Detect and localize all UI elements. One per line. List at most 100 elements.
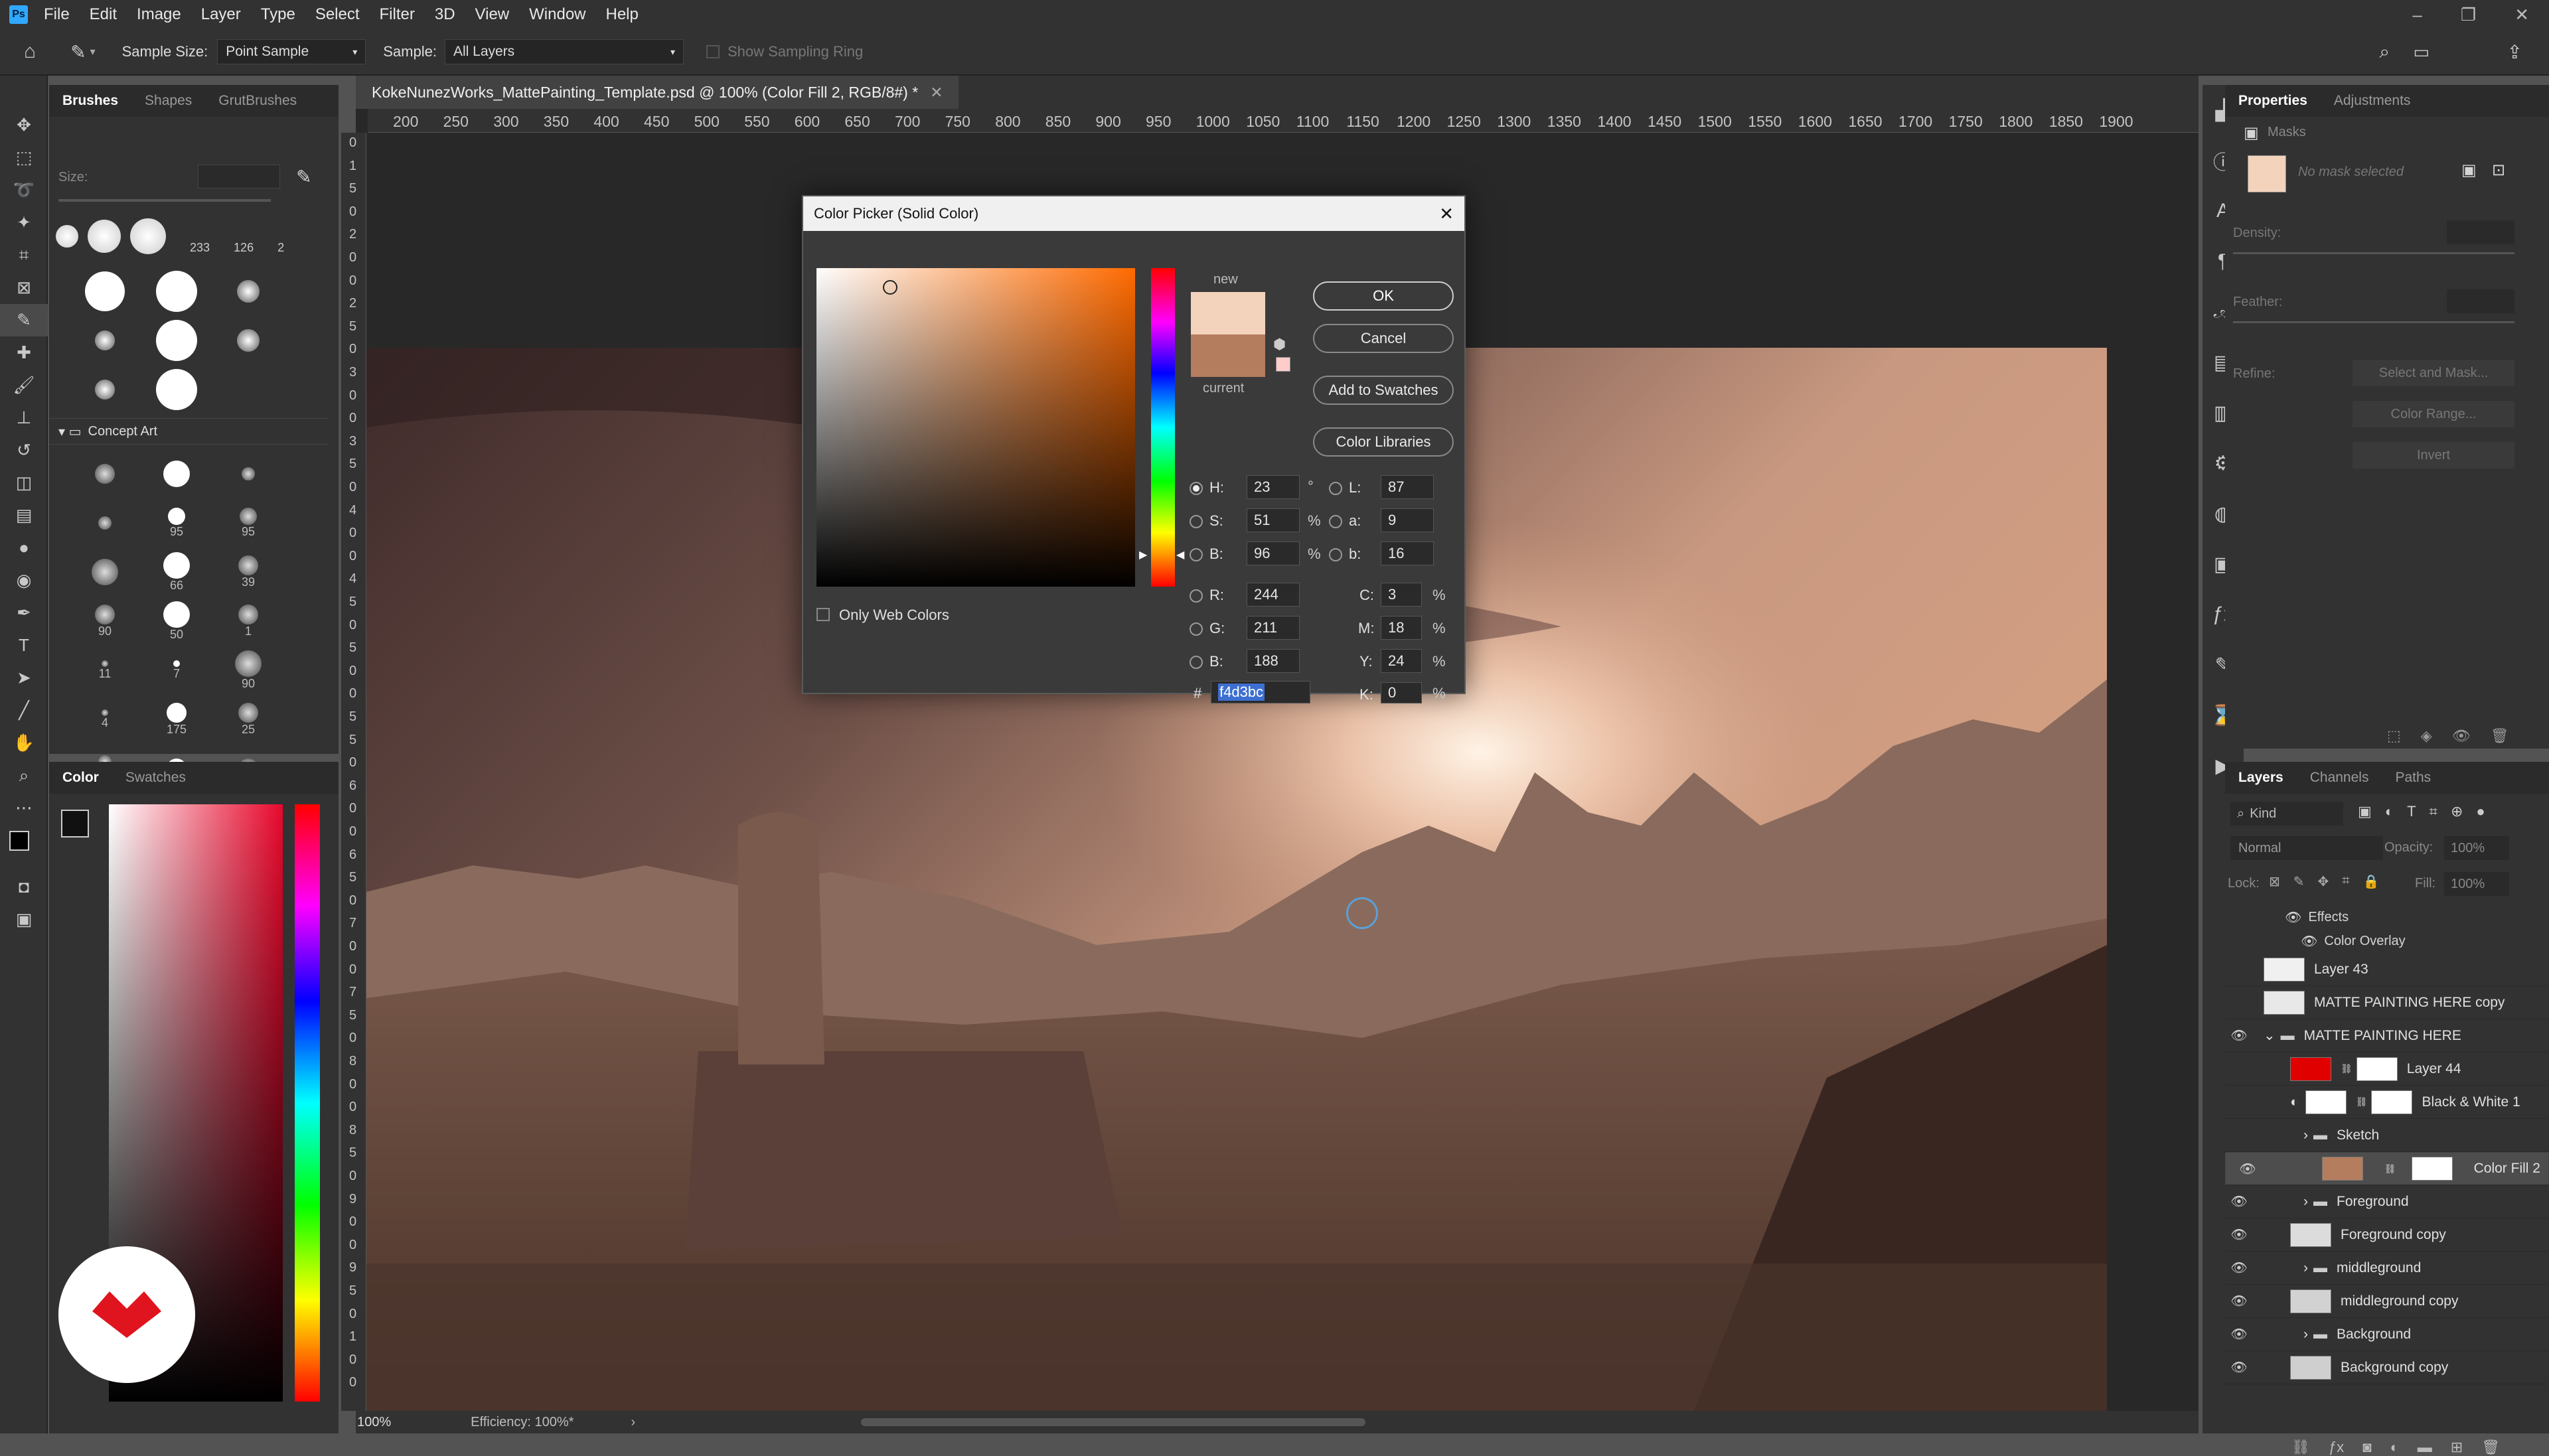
s-radio[interactable] bbox=[1190, 515, 1203, 528]
workspace-icon[interactable]: ▭ bbox=[2413, 42, 2430, 62]
layer-visibility-icon[interactable]: 👁 bbox=[2230, 1027, 2248, 1044]
brush-preset[interactable] bbox=[237, 329, 260, 352]
size-field[interactable] bbox=[198, 165, 280, 188]
brush-preset[interactable] bbox=[235, 650, 262, 677]
show-ring-checkbox[interactable] bbox=[706, 45, 720, 58]
hand-tool-icon[interactable]: ✋ bbox=[0, 727, 48, 759]
chevron-right-icon[interactable]: › bbox=[2303, 1327, 2308, 1343]
feather-field[interactable] bbox=[2447, 289, 2514, 313]
chevron-right-icon[interactable]: ⌄ bbox=[2264, 1027, 2276, 1044]
select-mask-button[interactable]: Select and Mask... bbox=[2353, 360, 2514, 386]
hue-slider[interactable] bbox=[295, 804, 320, 1402]
horizontal-scrollbar[interactable] bbox=[861, 1418, 1366, 1426]
saturation-brightness-field[interactable] bbox=[816, 268, 1135, 587]
sample-size-select[interactable]: Point Sample ▾ bbox=[217, 39, 366, 64]
tab-paths[interactable]: Paths bbox=[2382, 770, 2444, 786]
trash-icon[interactable]: 🗑 bbox=[2491, 727, 2509, 745]
lab-a-field[interactable]: 9 bbox=[1381, 508, 1434, 532]
new-adjustment-icon[interactable]: ◐ bbox=[2390, 1439, 2398, 1456]
brush-preset[interactable] bbox=[163, 461, 190, 487]
brush-preset[interactable] bbox=[173, 660, 180, 667]
layer-row[interactable]: › ▬ Sketch bbox=[2225, 1119, 2549, 1152]
search-icon[interactable]: ⌕ bbox=[2379, 41, 2390, 63]
lab-l-field[interactable]: 87 bbox=[1381, 475, 1434, 499]
new-group-icon[interactable]: ▬ bbox=[2418, 1439, 2432, 1456]
blue-radio[interactable] bbox=[1190, 656, 1203, 669]
move-tool-icon[interactable]: ✥ bbox=[0, 109, 48, 141]
filter-type-icon[interactable]: T bbox=[2407, 803, 2416, 820]
layer-visibility-icon[interactable]: 👁 bbox=[2230, 1359, 2248, 1376]
chevron-right-icon[interactable]: › bbox=[2303, 1194, 2308, 1210]
layer-row[interactable]: 👁 › ▬ Background bbox=[2225, 1318, 2549, 1351]
close-tab-icon[interactable]: ✕ bbox=[930, 84, 943, 102]
magenta-field[interactable]: 18 bbox=[1381, 616, 1422, 640]
menu-layer[interactable]: Layer bbox=[201, 5, 241, 24]
layer-row[interactable]: 👁 › ▬ middleground bbox=[2225, 1252, 2549, 1285]
frame-tool-icon[interactable]: ⊠ bbox=[0, 271, 48, 304]
density-field[interactable] bbox=[2447, 220, 2514, 244]
tab-layers[interactable]: Layers bbox=[2225, 770, 2297, 786]
delete-layer-icon[interactable]: 🗑 bbox=[2481, 1439, 2500, 1456]
chevron-right-icon[interactable]: › bbox=[2303, 1128, 2308, 1143]
quick-mask-icon[interactable]: ◘ bbox=[0, 871, 48, 903]
brush-preset[interactable] bbox=[56, 225, 78, 248]
new-brush-icon[interactable]: ✎ bbox=[296, 166, 311, 188]
brush-preset[interactable] bbox=[163, 601, 190, 628]
color-range-button[interactable]: Color Range... bbox=[2353, 401, 2514, 427]
filter-smart-icon[interactable]: ⊕ bbox=[2451, 803, 2463, 820]
layer-row[interactable]: ◐ ⛓ Black & White 1 bbox=[2225, 1086, 2549, 1119]
g-radio[interactable] bbox=[1190, 622, 1203, 636]
filter-adjustment-icon[interactable]: ◐ bbox=[2385, 803, 2394, 820]
brush-preset[interactable] bbox=[95, 330, 115, 350]
foreground-color-swatch[interactable] bbox=[9, 831, 29, 851]
brush-preset[interactable] bbox=[240, 507, 257, 525]
brush-preset[interactable] bbox=[163, 551, 190, 579]
add-vector-mask-icon[interactable]: ⊡ bbox=[2492, 161, 2505, 180]
brush-preset[interactable] bbox=[238, 555, 258, 575]
brush-preset[interactable] bbox=[168, 507, 185, 525]
filter-shape-icon[interactable]: ⌗ bbox=[2430, 803, 2437, 820]
tab-shapes[interactable]: Shapes bbox=[131, 93, 205, 109]
filter-kind-select[interactable]: ⌕ Kind bbox=[2230, 802, 2343, 826]
visibility-icon[interactable]: 👁 bbox=[2452, 727, 2471, 745]
brush-preset[interactable] bbox=[98, 516, 112, 530]
close-window-button[interactable]: ✕ bbox=[2514, 5, 2529, 25]
current-color-swatch[interactable] bbox=[1191, 334, 1265, 377]
brightness-field[interactable]: 96 bbox=[1247, 542, 1300, 565]
chevron-right-icon[interactable]: › bbox=[2303, 1260, 2308, 1276]
hue-field[interactable]: 23 bbox=[1247, 475, 1300, 499]
r-radio[interactable] bbox=[1190, 589, 1203, 603]
eraser-tool-icon[interactable]: ◫ bbox=[0, 467, 48, 499]
feather-slider[interactable] bbox=[2233, 321, 2514, 323]
home-icon[interactable]: ⌂ bbox=[24, 40, 36, 63]
apply-mask-icon[interactable]: ◈ bbox=[2421, 727, 2432, 745]
screen-mode-icon[interactable]: ▣ bbox=[0, 903, 48, 936]
brush-preset[interactable] bbox=[237, 280, 260, 303]
layer-effects-row[interactable]: 👁 Effects bbox=[2225, 905, 2549, 929]
lasso-tool-icon[interactable]: ➰ bbox=[0, 174, 48, 206]
pen-tool-icon[interactable]: ✒ bbox=[0, 597, 48, 629]
blur-tool-icon[interactable]: ● bbox=[0, 532, 48, 564]
layer-visibility-icon[interactable]: 👁 bbox=[2230, 1193, 2248, 1210]
path-selection-tool-icon[interactable]: ➤ bbox=[0, 662, 48, 694]
brush-preset[interactable] bbox=[167, 702, 187, 723]
brush-preset[interactable] bbox=[238, 702, 258, 723]
load-selection-icon[interactable]: ⬚ bbox=[2387, 727, 2401, 745]
eyedropper-tool-icon[interactable]: ✎ bbox=[70, 41, 86, 63]
brush-preset[interactable] bbox=[88, 220, 121, 253]
invert-button[interactable]: Invert bbox=[2353, 442, 2514, 469]
new-layer-icon[interactable]: ⊞ bbox=[2451, 1439, 2463, 1456]
share-icon[interactable]: ⇪ bbox=[2507, 41, 2522, 63]
brush-tool-icon[interactable]: 🖌 bbox=[0, 369, 48, 401]
brush-preset[interactable] bbox=[156, 271, 197, 312]
tab-grutbrushes[interactable]: GrutBrushes bbox=[205, 93, 310, 109]
tab-brushes[interactable]: Brushes bbox=[49, 93, 131, 109]
add-mask-icon[interactable]: ◙ bbox=[2362, 1439, 2371, 1456]
clone-stamp-tool-icon[interactable]: ⊥ bbox=[0, 401, 48, 434]
history-brush-tool-icon[interactable]: ↺ bbox=[0, 434, 48, 467]
hue-spectrum-slider[interactable] bbox=[1151, 268, 1175, 587]
add-to-swatches-button[interactable]: Add to Swatches bbox=[1313, 376, 1454, 405]
line-tool-icon[interactable]: ╱ bbox=[0, 694, 48, 727]
tool-preset-chevron-icon[interactable]: ▾ bbox=[90, 45, 96, 58]
menu-filter[interactable]: Filter bbox=[380, 5, 415, 24]
